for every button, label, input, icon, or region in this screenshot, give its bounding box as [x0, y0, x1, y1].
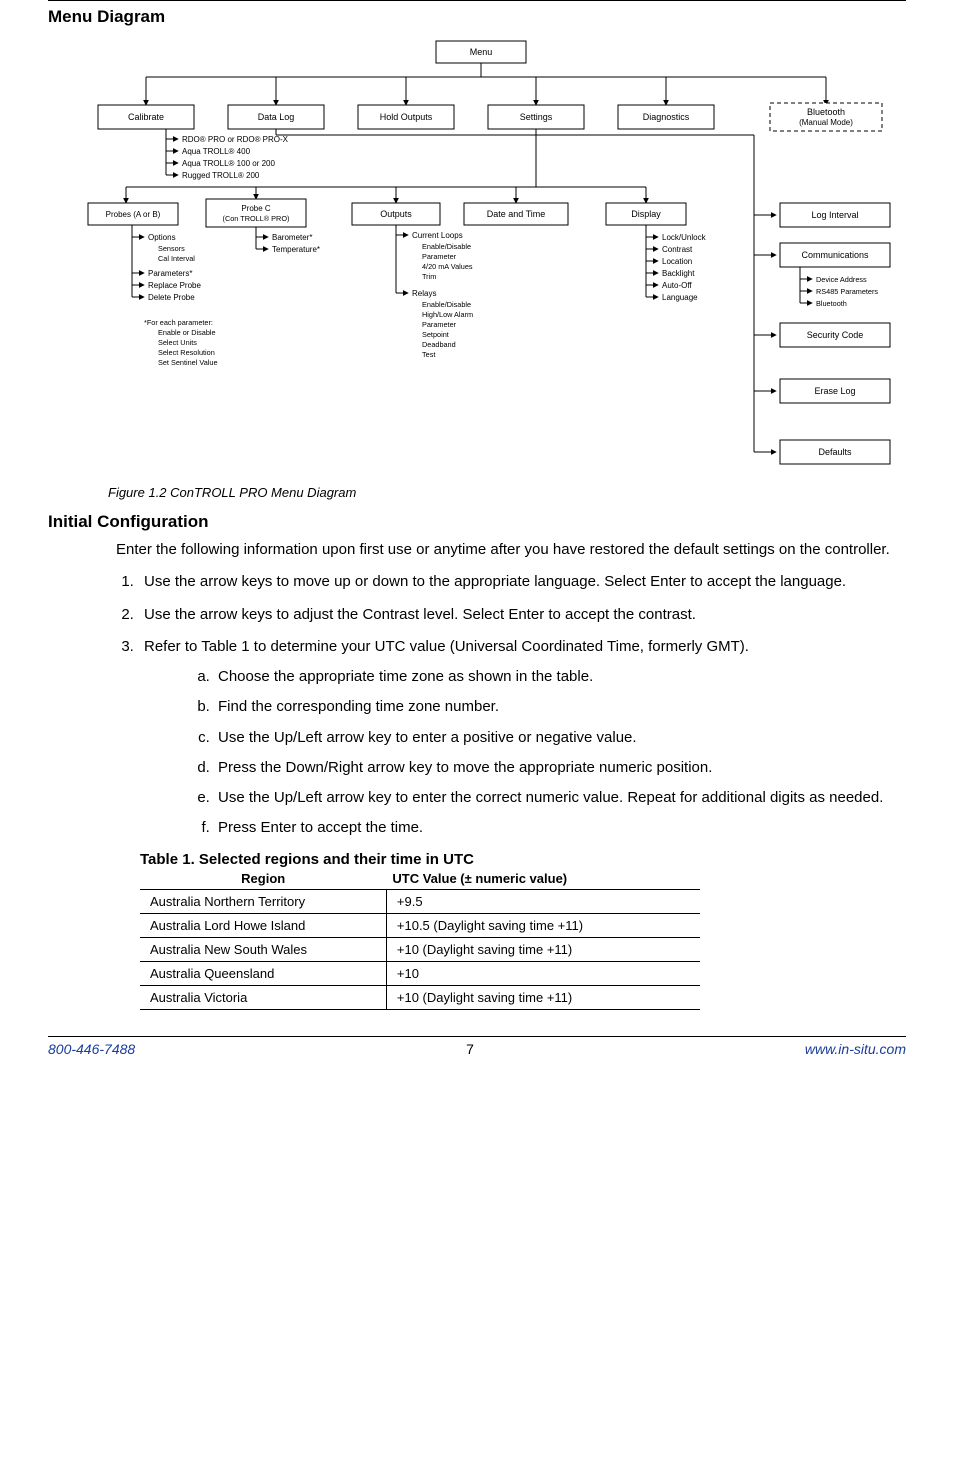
svg-text:Rugged TROLL® 200: Rugged TROLL® 200: [182, 171, 260, 180]
svg-text:Auto-Off: Auto-Off: [662, 281, 692, 290]
svg-text:Security Code: Security Code: [807, 330, 864, 340]
svg-text:RS485 Parameters: RS485 Parameters: [816, 287, 878, 296]
svg-text:Enable or Disable: Enable or Disable: [158, 328, 216, 337]
svg-text:Date and Time: Date and Time: [487, 209, 546, 219]
svg-text:RDO® PRO or RDO® PRO-X: RDO® PRO or RDO® PRO-X: [182, 135, 289, 144]
table-header-region: Region: [140, 868, 386, 890]
svg-text:Location: Location: [662, 257, 692, 266]
svg-text:Aqua TROLL® 100 or 200: Aqua TROLL® 100 or 200: [182, 159, 275, 168]
svg-text:Replace Probe: Replace Probe: [148, 281, 201, 290]
svg-text:Enable/Disable: Enable/Disable: [422, 300, 471, 309]
step-3b: Find the corresponding time zone number.: [214, 697, 906, 717]
svg-text:Options: Options: [148, 233, 176, 242]
step-3f: Press Enter to accept the time.: [214, 818, 906, 838]
svg-text:Bluetooth: Bluetooth: [807, 107, 845, 117]
svg-text:Lock/Unlock: Lock/Unlock: [662, 233, 707, 242]
svg-text:Set Sentinel Value: Set Sentinel Value: [158, 358, 218, 367]
svg-text:Device Address: Device Address: [816, 275, 867, 284]
svg-text:Relays: Relays: [412, 289, 436, 298]
table-row: Australia Queensland+10: [140, 961, 700, 985]
heading-initial-config: Initial Configuration: [48, 512, 906, 532]
table-row: Australia New South Wales+10 (Daylight s…: [140, 937, 700, 961]
svg-text:Enable/Disable: Enable/Disable: [422, 242, 471, 251]
svg-text:High/Low Alarm: High/Low Alarm: [422, 310, 473, 319]
step-3a: Choose the appropriate time zone as show…: [214, 667, 906, 687]
menu-diagram: .box { fill:#fff; stroke:#000; stroke-wi…: [86, 35, 896, 475]
svg-text:Select Resolution: Select Resolution: [158, 348, 215, 357]
footer-phone: 800-446-7488: [48, 1041, 135, 1057]
svg-text:Setpoint: Setpoint: [422, 330, 449, 339]
svg-text:Barometer*: Barometer*: [272, 233, 312, 242]
svg-text:Log Interval: Log Interval: [811, 210, 858, 220]
step-3-text: Refer to Table 1 to determine your UTC v…: [144, 638, 749, 655]
svg-text:Select Units: Select Units: [158, 338, 197, 347]
svg-text:Calibrate: Calibrate: [128, 112, 164, 122]
heading-menu-diagram: Menu Diagram: [48, 7, 906, 27]
figure-caption: Figure 1.2 ConTROLL PRO Menu Diagram: [108, 485, 906, 500]
table-header-value: UTC Value (± numeric value): [386, 868, 700, 890]
svg-text:(Manual Mode): (Manual Mode): [799, 118, 853, 127]
svg-text:Hold Outputs: Hold Outputs: [380, 112, 433, 122]
step-3e: Use the Up/Left arrow key to enter the c…: [214, 788, 906, 808]
svg-text:Language: Language: [662, 293, 698, 302]
utc-table: Region UTC Value (± numeric value) Austr…: [140, 868, 700, 1010]
step-3d: Press the Down/Right arrow key to move t…: [214, 758, 906, 778]
footer-page: 7: [135, 1041, 805, 1057]
svg-text:Outputs: Outputs: [380, 209, 412, 219]
svg-text:Data Log: Data Log: [258, 112, 295, 122]
intro-text: Enter the following information upon fir…: [116, 540, 906, 560]
svg-text:(Con TROLL® PRO): (Con TROLL® PRO): [223, 214, 290, 223]
step-2: Use the arrow keys to adjust the Contras…: [138, 605, 906, 625]
svg-text:Parameter: Parameter: [422, 252, 457, 261]
svg-text:Diagnostics: Diagnostics: [643, 112, 690, 122]
svg-text:Probe C: Probe C: [241, 204, 271, 213]
svg-text:Communications: Communications: [801, 250, 869, 260]
svg-text:Delete Probe: Delete Probe: [148, 293, 195, 302]
table-row: Australia Lord Howe Island+10.5 (Dayligh…: [140, 913, 700, 937]
svg-text:Display: Display: [631, 209, 661, 219]
svg-text:Erase Log: Erase Log: [814, 386, 855, 396]
page-footer: 800-446-7488 7 www.in-situ.com: [48, 1036, 906, 1057]
svg-text:Settings: Settings: [520, 112, 553, 122]
table-row: Australia Northern Territory+9.5: [140, 889, 700, 913]
svg-text:Bluetooth: Bluetooth: [816, 299, 847, 308]
svg-text:Temperature*: Temperature*: [272, 245, 320, 254]
svg-text:Trim: Trim: [422, 272, 436, 281]
svg-text:Deadband: Deadband: [422, 340, 456, 349]
svg-text:Sensors: Sensors: [158, 244, 185, 253]
svg-text:Cal Interval: Cal Interval: [158, 254, 195, 263]
svg-text:4/20 mA Values: 4/20 mA Values: [422, 262, 473, 271]
table-title: Table 1. Selected regions and their time…: [140, 851, 906, 868]
svg-text:Current Loops: Current Loops: [412, 231, 463, 240]
step-1: Use the arrow keys to move up or down to…: [138, 572, 906, 592]
svg-text:Test: Test: [422, 350, 435, 359]
svg-text:Defaults: Defaults: [818, 447, 852, 457]
table-row: Australia Victoria+10 (Daylight saving t…: [140, 985, 700, 1009]
svg-text:*For each parameter:: *For each parameter:: [144, 318, 213, 327]
svg-text:Menu: Menu: [470, 47, 493, 57]
svg-text:Backlight: Backlight: [662, 269, 695, 278]
svg-text:Probes (A or B): Probes (A or B): [106, 210, 161, 219]
svg-text:Contrast: Contrast: [662, 245, 693, 254]
footer-url: www.in-situ.com: [805, 1041, 906, 1057]
svg-text:Parameter: Parameter: [422, 320, 457, 329]
svg-text:Aqua TROLL® 400: Aqua TROLL® 400: [182, 147, 251, 156]
step-3c: Use the Up/Left arrow key to enter a pos…: [214, 728, 906, 748]
step-3: Refer to Table 1 to determine your UTC v…: [138, 637, 906, 839]
svg-text:Parameters*: Parameters*: [148, 269, 192, 278]
